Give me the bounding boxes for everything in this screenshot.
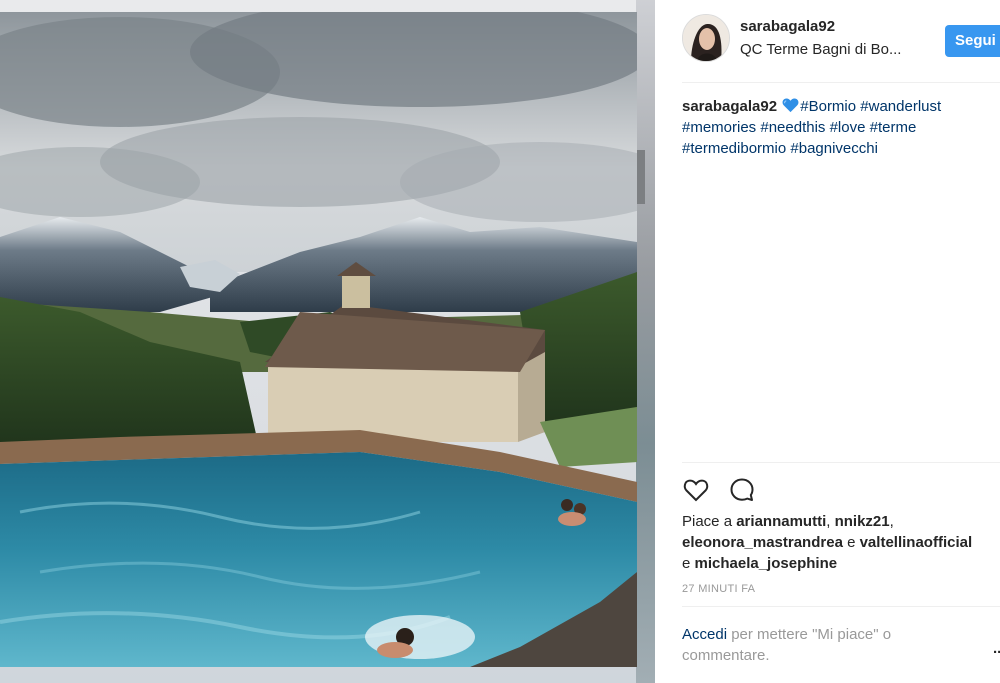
post-photo: [0, 12, 637, 667]
footer-divider: [682, 606, 1000, 607]
post-caption: sarabagala92 #Bormio #wanderlust #memori…: [682, 96, 1000, 159]
likes-summary: Piace a ariannamutti, nnikz21, eleonora_…: [682, 513, 973, 572]
login-prompt: Accedi per mettere "Mi piace" o commenta…: [682, 624, 982, 666]
likes-separator: ,: [826, 513, 835, 530]
hashtag-link[interactable]: #bagnivecchi: [790, 140, 878, 157]
next-photo-peek: [636, 0, 655, 683]
post-timestamp[interactable]: 27 MINUTI FA: [682, 583, 755, 595]
likes-prefix: Piace a: [682, 513, 733, 530]
liker-link[interactable]: valtellinaofficial: [860, 534, 973, 551]
hashtag-link[interactable]: #Bormio: [800, 98, 856, 115]
blue-heart-icon: [782, 98, 799, 113]
heart-outline-icon[interactable]: [682, 476, 710, 504]
actions-divider: [682, 462, 1000, 463]
hashtag-link[interactable]: #termedibormio: [682, 140, 786, 157]
post-location[interactable]: QC Terme Bagni di Bo...: [740, 41, 930, 58]
follow-button[interactable]: Segui: [945, 25, 1000, 57]
hashtag-link[interactable]: #memories: [682, 119, 756, 136]
more-options-icon[interactable]: ...: [993, 640, 1000, 657]
avatar[interactable]: [682, 14, 730, 62]
comment-bubble-icon[interactable]: [728, 476, 756, 504]
post-username[interactable]: sarabagala92: [740, 18, 835, 35]
hashtag-link[interactable]: #needthis: [760, 119, 825, 136]
login-link[interactable]: Accedi: [682, 626, 727, 643]
liker-link[interactable]: ariannamutti: [736, 513, 826, 530]
profile-photo: [683, 15, 729, 61]
likes-separator: e: [842, 534, 860, 551]
post-header: sarabagala92 QC Terme Bagni di Bo... Seg…: [682, 14, 1000, 70]
likes-separator: e: [682, 555, 695, 572]
liker-link[interactable]: nnikz21: [835, 513, 890, 530]
post-details-panel: sarabagala92 QC Terme Bagni di Bo... Seg…: [655, 0, 1000, 683]
caption-username[interactable]: sarabagala92: [682, 98, 777, 115]
hashtag-link[interactable]: #terme: [870, 119, 917, 136]
photo-viewer: [0, 0, 655, 683]
hashtag-link[interactable]: #love: [830, 119, 866, 136]
hashtag-link[interactable]: #wanderlust: [860, 98, 941, 115]
header-divider: [682, 82, 1000, 83]
liker-link[interactable]: eleonora_mastrandrea: [682, 534, 843, 551]
liker-link[interactable]: michaela_josephine: [695, 555, 838, 572]
